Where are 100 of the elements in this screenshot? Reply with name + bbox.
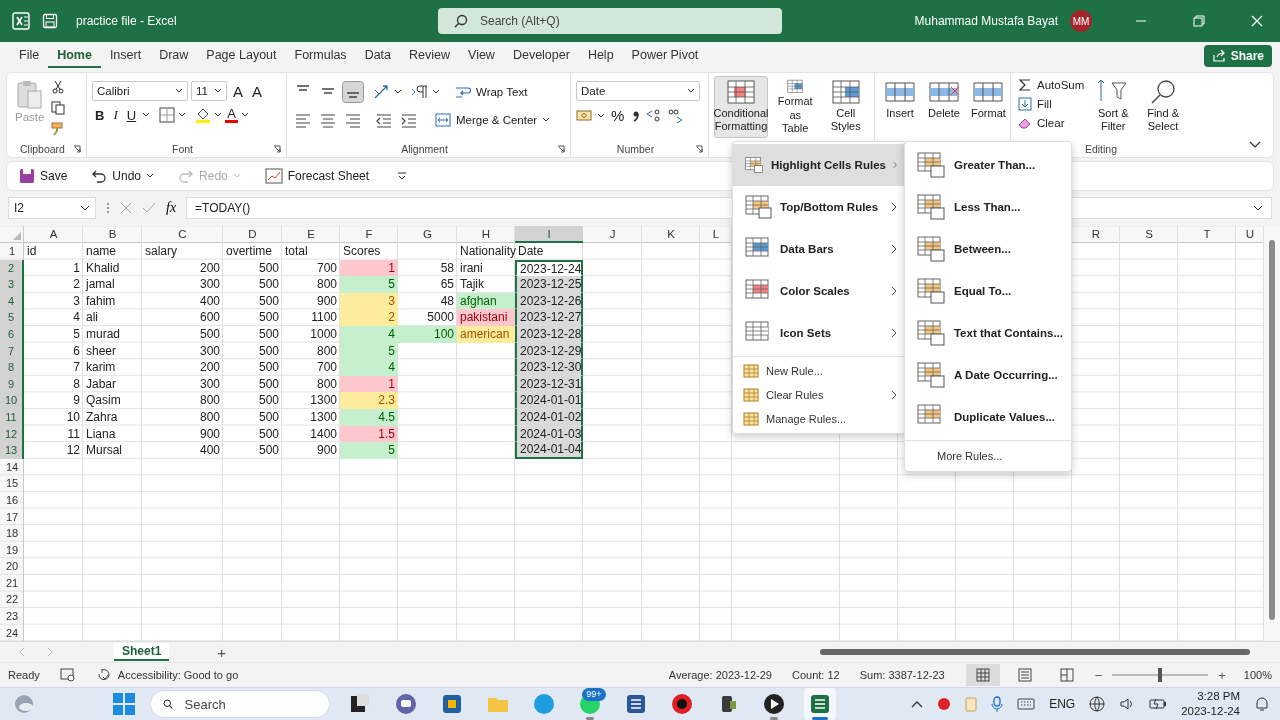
column-header[interactable]: B xyxy=(83,226,142,243)
search-field[interactable]: Search xyxy=(182,695,317,713)
name-box[interactable]: I2 xyxy=(8,197,96,219)
zoom-out-button[interactable]: − xyxy=(1090,667,1107,683)
menu-item[interactable]: New Rule... xyxy=(733,359,905,383)
column-header[interactable]: U xyxy=(1236,226,1264,243)
ribbon-tab[interactable]: Data xyxy=(355,44,401,68)
ribbon-tab[interactable]: Formulas xyxy=(285,44,356,68)
column-header[interactable]: F xyxy=(340,226,398,243)
toolbar-button[interactable]: Undo xyxy=(85,167,161,185)
column-header[interactable]: A xyxy=(24,226,83,243)
caret-icon[interactable] xyxy=(142,112,151,118)
user-avatar[interactable]: MM xyxy=(1070,10,1092,32)
share-button[interactable]: Share xyxy=(1203,45,1272,67)
column-header[interactable]: E xyxy=(282,226,340,243)
chevron-up-icon[interactable] xyxy=(911,700,924,708)
menu-item[interactable]: Text that Contains... xyxy=(905,312,1071,354)
search-box[interactable]: Search xyxy=(149,690,330,718)
menu-item[interactable]: Between... xyxy=(905,228,1071,270)
bucket-icon[interactable] xyxy=(195,107,212,123)
ribbon-tab[interactable]: Power Pivot xyxy=(622,44,708,68)
add-sheet-button[interactable]: + xyxy=(211,642,233,662)
clock-time[interactable]: 3:28 PM xyxy=(1197,689,1240,704)
underline-button[interactable]: U xyxy=(123,107,140,123)
clock-date[interactable]: 2023-12-24 xyxy=(1181,704,1240,719)
fill-button[interactable]: Fill xyxy=(1016,96,1087,112)
macro-icon[interactable] xyxy=(59,668,76,682)
shrink-font-button[interactable]: A xyxy=(249,82,266,100)
globe-icon[interactable] xyxy=(1089,696,1106,712)
row-header[interactable]: 17 xyxy=(0,508,24,526)
row-header[interactable]: 3 xyxy=(0,276,24,293)
language-indicator[interactable]: ENG xyxy=(1049,697,1076,711)
italic-button[interactable]: I xyxy=(110,107,121,123)
taskbar-button[interactable]: 99+ xyxy=(573,688,606,720)
launcher-icon[interactable] xyxy=(557,144,565,153)
launcher-icon[interactable] xyxy=(73,144,81,153)
menu-item[interactable]: Color Scales xyxy=(733,270,905,312)
customize-icon[interactable] xyxy=(397,171,408,181)
accessibility-icon[interactable] xyxy=(95,668,112,682)
styles-button[interactable]: Format as Table xyxy=(772,76,819,138)
status-text[interactable]: Accessibility: Good to go xyxy=(117,669,239,681)
menu-item[interactable]: Duplicate Values... xyxy=(905,396,1071,438)
row-header[interactable]: 1 xyxy=(0,243,24,260)
percent-button[interactable]: % xyxy=(608,107,628,124)
column-header[interactable]: L xyxy=(700,226,732,243)
styles-button[interactable]: Conditional Formatting xyxy=(714,76,768,138)
styles-button[interactable]: Cell Styles xyxy=(822,76,869,138)
row-header[interactable]: 22 xyxy=(0,591,24,609)
row-header[interactable]: 18 xyxy=(0,525,24,542)
column-header[interactable]: S xyxy=(1120,226,1178,243)
column-header[interactable]: J xyxy=(583,226,642,243)
launcher-icon[interactable] xyxy=(695,144,703,153)
menu-item[interactable]: Icon Sets xyxy=(733,312,905,354)
bold-button[interactable]: B xyxy=(92,107,108,123)
row-header[interactable]: 15 xyxy=(0,475,24,492)
normal-view-icon[interactable] xyxy=(965,664,1000,686)
row-header[interactable]: 19 xyxy=(0,541,24,559)
find-select-button[interactable]: Find & Select xyxy=(1140,76,1186,138)
menu-item[interactable]: A Date Occurring... xyxy=(905,354,1071,396)
cells-button[interactable]: Delete xyxy=(924,76,964,138)
row-header[interactable]: 24 xyxy=(0,624,24,641)
close-icon[interactable] xyxy=(1251,15,1263,27)
cells-button[interactable]: Format xyxy=(968,76,1009,138)
ribbon-tab[interactable]: Review xyxy=(400,44,460,68)
font-color-button[interactable]: A xyxy=(225,107,238,123)
ribbon-tab[interactable]: View xyxy=(459,44,504,68)
ribbon-tab[interactable]: File xyxy=(10,44,49,68)
ribbon-tab[interactable]: Page Layout xyxy=(197,44,286,68)
column-header[interactable]: G xyxy=(398,226,457,243)
font-name-field[interactable]: Calibri xyxy=(92,81,188,101)
toolbar-button[interactable]: Save xyxy=(13,167,74,185)
brush-icon[interactable] xyxy=(51,122,66,136)
column-header[interactable]: H xyxy=(457,226,515,243)
caret-icon[interactable] xyxy=(240,112,249,118)
menu-item[interactable]: Equal To... xyxy=(905,270,1071,312)
grow-font-button[interactable]: A xyxy=(230,82,246,100)
ribbon-tab[interactable]: Draw xyxy=(150,44,198,68)
row-header[interactable]: 23 xyxy=(0,608,24,625)
row-header[interactable]: 2 xyxy=(0,259,24,277)
column-header[interactable]: D xyxy=(223,226,282,243)
row-header[interactable]: 14 xyxy=(0,458,24,476)
zoom-in-button[interactable]: + xyxy=(1214,667,1230,683)
menu-item[interactable]: Highlight Cells Rules xyxy=(733,144,905,186)
font-size-field[interactable]: 11 xyxy=(191,81,227,101)
chevron-icon[interactable] xyxy=(1249,141,1261,149)
sort-filter-button[interactable]: Sort & Filter xyxy=(1090,76,1137,138)
row-header[interactable]: 21 xyxy=(0,574,24,592)
battery-icon[interactable] xyxy=(1149,697,1168,711)
scrollbar[interactable] xyxy=(1264,226,1280,641)
row-header[interactable]: 8 xyxy=(0,359,24,376)
row-header[interactable]: 10 xyxy=(0,392,24,409)
more-icon[interactable] xyxy=(106,202,110,214)
clipboard-icon[interactable] xyxy=(965,696,978,712)
caret-icon[interactable] xyxy=(597,112,605,119)
caret-icon[interactable] xyxy=(214,112,223,118)
caret-icon[interactable] xyxy=(394,89,402,95)
row-header[interactable]: 16 xyxy=(0,491,24,509)
menu-item[interactable]: Manage Rules... xyxy=(733,407,905,431)
ribbon-tab[interactable]: Insert xyxy=(100,44,151,68)
cells-button[interactable]: Insert xyxy=(880,76,920,138)
